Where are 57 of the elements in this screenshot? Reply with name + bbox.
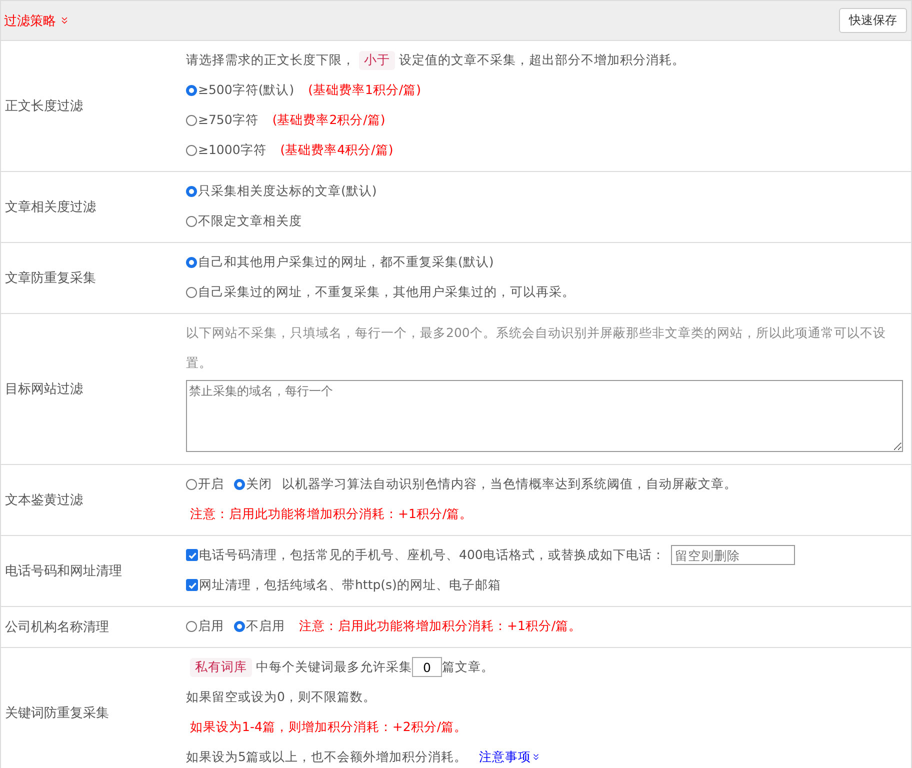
radio-option[interactable]: 关闭 [234, 476, 272, 492]
radio-option[interactable]: ≥750字符 [186, 112, 258, 128]
description-text: 中每个关键词最多允许采集 [256, 658, 412, 676]
hint-text: 以下网站不采集，只填域名，每行一个，最多200个。系统会自动识别并屏蔽那些非文章类的网站，所以此项通常可以不设置。 [186, 324, 887, 372]
radio-option[interactable]: 不限定文章相关度 [186, 212, 302, 230]
chevrons-down-icon [530, 752, 541, 762]
quick-save-button[interactable]: 快速保存 [839, 8, 907, 33]
warning-text: 注意：启用此功能将增加积分消耗：+1积分/篇。 [299, 618, 582, 634]
warning-text: (基础费率4积分/篇) [280, 142, 394, 158]
radio-icon[interactable] [186, 256, 197, 268]
warning-text: (基础费率1积分/篇) [308, 82, 422, 98]
radio-option[interactable]: 自己和其他用户采集过的网址，都不重复采集(默认) [186, 254, 494, 270]
highlight-tag: 私有词库 [190, 658, 252, 676]
setting-label: 文章防重复采集 [4, 270, 97, 288]
checkbox-option[interactable]: 电话号码清理，包括常见的手机号、座机号、400电话格式，或替换成如下电话： [186, 546, 665, 564]
warning-text: (基础费率2积分/篇) [272, 112, 386, 128]
setting-label: 目标网站过滤 [4, 381, 84, 399]
checkbox-option[interactable]: 网址清理，包括纯域名、带http(s)的网址、电子邮箱 [186, 576, 501, 594]
radio-icon[interactable] [234, 478, 245, 490]
radio-icon[interactable] [186, 114, 197, 126]
radio-icon[interactable] [186, 216, 197, 226]
radio-icon[interactable] [186, 186, 197, 196]
checkbox-icon[interactable] [186, 579, 198, 591]
checkbox-icon[interactable] [186, 549, 198, 561]
radio-option[interactable]: 启用 [186, 618, 224, 634]
notes-link[interactable]: 注意事项 [478, 748, 541, 766]
setting-label: 电话号码和网址清理 [4, 563, 123, 581]
count-input[interactable]: 0 [412, 657, 442, 677]
radio-option[interactable]: 不启用 [234, 618, 285, 634]
chevrons-down-icon [59, 15, 70, 26]
description-text: 请选择需求的正文长度下限， [186, 52, 355, 68]
setting-label: 文本鉴黄过滤 [4, 492, 84, 510]
setting-label: 正文长度过滤 [4, 98, 84, 116]
radio-icon[interactable] [186, 478, 197, 490]
radio-icon[interactable] [186, 144, 197, 156]
setting-label: 关键词防重复采集 [4, 705, 110, 723]
radio-icon[interactable] [186, 286, 197, 298]
setting-label: 公司机构名称清理 [4, 619, 110, 637]
domain-textarea[interactable]: 禁止采集的域名，每行一个 [186, 380, 903, 452]
radio-option[interactable]: 开启 [186, 476, 224, 492]
radio-option[interactable]: 自己采集过的网址，不重复采集，其他用户采集过的，可以再采。 [186, 284, 575, 300]
radio-option[interactable]: ≥1000字符 [186, 142, 266, 158]
phone-input[interactable]: 留空则删除 [670, 545, 795, 565]
description-text: 如果留空或设为0，则不限篇数。 [186, 688, 376, 706]
setting-label: 文章相关度过滤 [4, 199, 97, 217]
description-text: 如果设为5篇或以上，也不会额外增加积分消耗。 [186, 748, 467, 766]
description-text: 设定值的文章不采集，超出部分不增加积分消耗。 [399, 52, 685, 68]
radio-icon[interactable] [186, 620, 197, 632]
warning-text: 注意：启用此功能将增加积分消耗：+1积分/篇。 [190, 506, 473, 522]
warning-text: 如果设为1-4篇，则增加积分消耗：+2积分/篇。 [190, 718, 468, 736]
description-text: 篇文章。 [442, 658, 494, 676]
description-text: 以机器学习算法自动识别色情内容，当色情概率达到系统阈值，自动屏蔽文章。 [282, 476, 737, 492]
radio-option[interactable]: 只采集相关度达标的文章(默认) [186, 182, 377, 200]
radio-icon[interactable] [234, 620, 245, 632]
highlight-tag: 小于 [359, 50, 395, 70]
radio-icon[interactable] [186, 84, 197, 96]
radio-option[interactable]: ≥500字符(默认) [186, 82, 294, 98]
